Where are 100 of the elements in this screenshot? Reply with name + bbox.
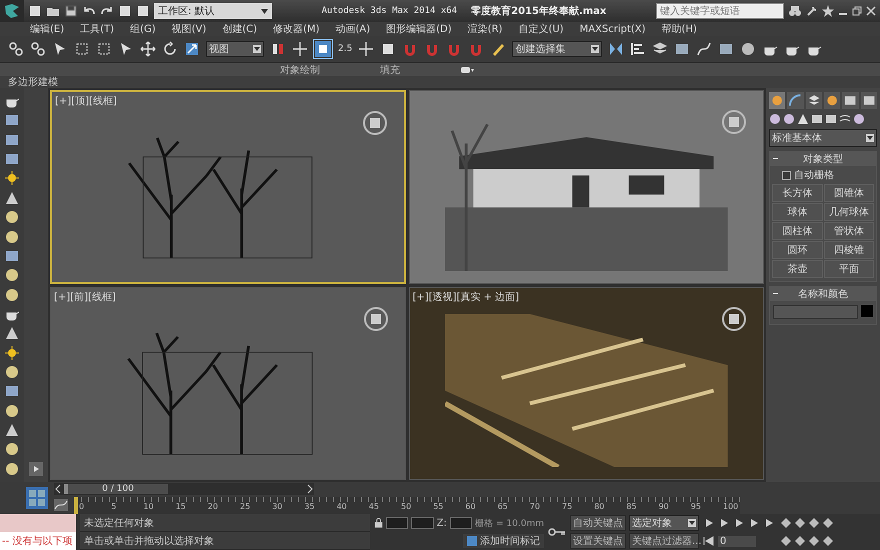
sphere-icon[interactable] (5, 404, 19, 418)
sphere-icon[interactable] (853, 113, 865, 125)
current-frame-marker[interactable] (74, 496, 78, 514)
wrench-icon[interactable] (806, 5, 818, 17)
add-time-tag-button[interactable]: 添加时间标记 (463, 534, 544, 548)
menu-item[interactable]: 渲染(R) (468, 22, 502, 36)
square-icon[interactable] (718, 41, 734, 57)
menu-item[interactable]: 创建(C) (222, 22, 258, 36)
sphere-icon[interactable] (5, 230, 19, 244)
viewport-label[interactable]: [+][透视][真实 + 边面] (412, 290, 520, 304)
navigation-icon[interactable] (808, 535, 820, 547)
object-type-button[interactable]: 长方体 (772, 184, 822, 202)
pivot-icon[interactable] (270, 41, 286, 57)
curve-editor-icon[interactable] (54, 499, 68, 511)
mirror-icon[interactable] (608, 41, 624, 57)
chevron-left-icon[interactable] (54, 484, 62, 494)
sphere-icon[interactable] (5, 268, 19, 282)
menu-item[interactable]: MAXScript(X) (580, 24, 646, 34)
cone-icon[interactable] (5, 190, 19, 205)
current-frame-field[interactable]: 0 (718, 536, 756, 546)
viewcube-icon[interactable] (362, 306, 388, 332)
viewcube-icon[interactable] (362, 110, 388, 136)
caret-icon[interactable] (253, 45, 261, 53)
new-icon[interactable] (28, 4, 42, 18)
restore-icon[interactable] (852, 6, 862, 16)
object-type-button[interactable]: 几何球体 (824, 203, 874, 221)
viewport[interactable]: [+][透视][真实 + 边面] (408, 286, 764, 480)
object-type-button[interactable]: 茶壶 (772, 260, 822, 278)
menu-item[interactable]: 工具(T) (80, 22, 114, 36)
cone-icon[interactable] (5, 423, 19, 438)
object-type-button[interactable]: 球体 (772, 203, 822, 221)
category-dropdown[interactable]: 标准基本体 (769, 129, 877, 147)
caret-icon[interactable] (591, 45, 600, 53)
ribbon-tab[interactable]: 对象绘制 (280, 62, 320, 76)
navigation-icon[interactable] (822, 517, 834, 529)
panel-icon[interactable] (825, 113, 837, 125)
caret-icon[interactable] (261, 8, 268, 14)
object-type-button[interactable]: 管状体 (824, 222, 874, 240)
close-icon[interactable] (866, 6, 876, 16)
navigation-icon[interactable] (794, 535, 806, 547)
navigation-icon[interactable] (822, 535, 834, 547)
navigation-icon[interactable] (780, 535, 792, 547)
key-icon[interactable] (548, 527, 566, 537)
playback-icon[interactable] (718, 518, 730, 528)
playback-icon[interactable] (703, 518, 715, 528)
sphere-icon[interactable] (5, 210, 19, 224)
rollout-header[interactable]: 对象类型 (770, 152, 876, 166)
ribbon-options-icon[interactable] (460, 66, 474, 74)
object-type-button[interactable]: 圆锥体 (824, 184, 874, 202)
key-mode-dropdown[interactable]: 选定对象 (629, 515, 699, 531)
selection-set-dropdown[interactable]: 创建选择集 (512, 41, 602, 57)
viewport[interactable]: [+][顶][线框] (50, 90, 406, 284)
panel-icon[interactable] (842, 92, 859, 109)
play-icon[interactable] (29, 462, 43, 476)
panel-icon[interactable] (5, 152, 19, 166)
sun-icon[interactable] (5, 346, 19, 360)
key-filters-button[interactable]: 关键点过滤器... (629, 533, 699, 549)
sphere-icon[interactable] (740, 41, 756, 57)
viewport-label[interactable]: [+][前][线框] (54, 290, 116, 304)
panel-icon[interactable] (5, 384, 19, 398)
panel-icon[interactable] (5, 132, 19, 147)
scale-icon[interactable] (184, 41, 200, 57)
rollout-header[interactable]: 名称和颜色 (770, 287, 876, 301)
panel-icon[interactable] (860, 92, 877, 109)
panel-icon[interactable] (5, 113, 19, 128)
square-icon[interactable] (96, 41, 112, 57)
menu-item[interactable]: 修改器(M) (273, 22, 320, 36)
y-field[interactable] (411, 517, 434, 529)
playback-icon[interactable] (733, 518, 745, 528)
set-key-button[interactable]: 设置关键点 (570, 533, 626, 549)
caret-icon[interactable] (866, 134, 874, 142)
autogrid-checkbox[interactable] (782, 170, 791, 180)
save-icon[interactable] (64, 4, 78, 18)
color-swatch[interactable] (861, 305, 873, 317)
object-type-button[interactable]: 平面 (824, 260, 874, 278)
auto-key-button[interactable]: 自动关键点 (570, 515, 626, 531)
viewcube-icon[interactable] (721, 306, 747, 332)
menu-item[interactable]: 图形编辑器(D) (386, 22, 452, 36)
sphere-icon[interactable] (769, 113, 781, 125)
playback-icon[interactable] (763, 518, 775, 528)
viewport[interactable]: [+][前][线框] (50, 286, 406, 480)
z-field[interactable] (450, 517, 472, 529)
key-mode-icon[interactable] (703, 536, 715, 546)
ribbon-tab[interactable]: 填充 (380, 62, 400, 76)
search-field[interactable]: 键入关键字或短语 (656, 3, 784, 19)
slider-handle[interactable] (64, 484, 68, 494)
time-slider[interactable]: 0 / 100 (54, 483, 314, 495)
square-icon[interactable] (674, 41, 690, 57)
navigation-icon[interactable] (808, 517, 820, 529)
pencil-icon[interactable] (490, 41, 506, 57)
frame-counter[interactable]: 0 / 100 (68, 484, 168, 494)
menu-item[interactable]: 编辑(E) (30, 22, 64, 36)
object-type-button[interactable]: 圆环 (772, 241, 822, 259)
sphere-icon[interactable] (5, 462, 19, 476)
reference-coordinate-dropdown[interactable]: 视图 (206, 41, 264, 57)
link-icon[interactable] (30, 41, 46, 57)
lock-icon[interactable] (374, 518, 384, 528)
object-type-button[interactable]: 圆柱体 (772, 222, 822, 240)
menu-item[interactable]: 帮助(H) (662, 22, 697, 36)
layers-icon[interactable] (806, 92, 822, 109)
